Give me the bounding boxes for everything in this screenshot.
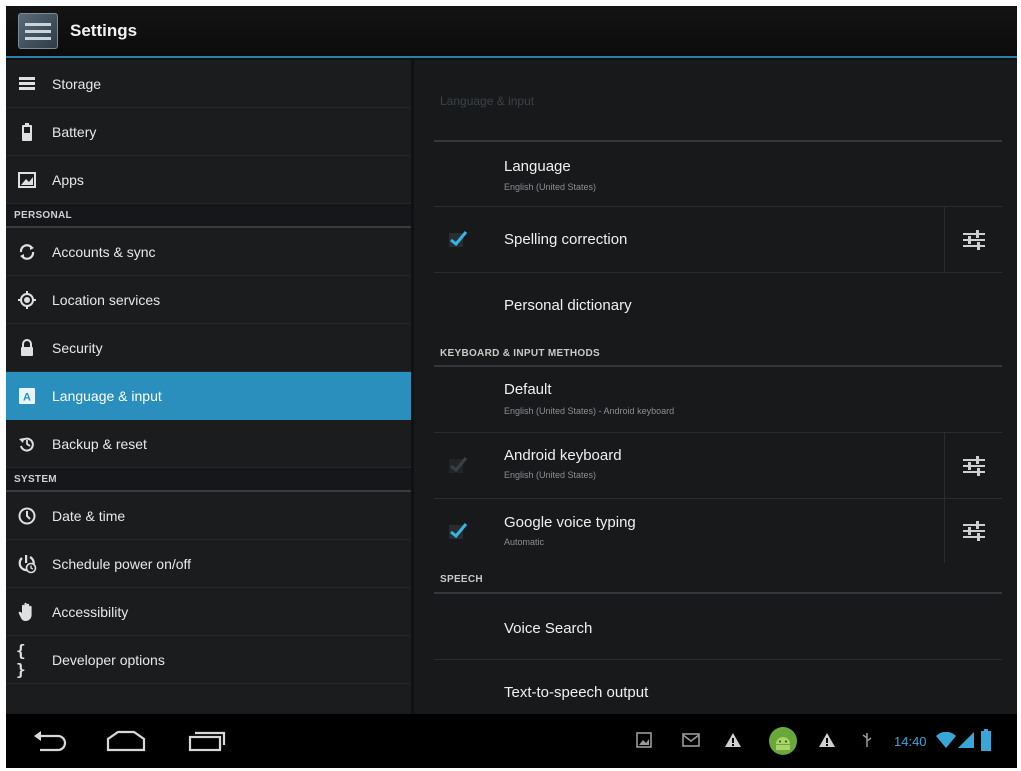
sidebar-item-location-services[interactable]: Location services (6, 276, 411, 324)
setting-spelling-correction[interactable]: Spelling correction (434, 207, 1002, 273)
sidebar-item-label: Language & input (52, 387, 162, 404)
language-icon: A (16, 385, 38, 407)
svg-text:A: A (23, 391, 31, 403)
android-notification-icon[interactable] (768, 726, 798, 756)
sidebar-item-label: Developer options (52, 651, 165, 668)
setting-title: Personal dictionary (504, 297, 632, 314)
sidebar-item-label: Accessibility (52, 603, 129, 620)
settings-sidebar: Storage Battery Apps PERSONAL Accounts &… (6, 60, 411, 714)
android-keyboard-settings-button[interactable] (944, 433, 1002, 498)
app-title: Settings (70, 21, 138, 40)
setting-title: Voice Search (504, 620, 593, 637)
tablet-screen: Settings Storage Battery Apps PERSONAL A… (6, 6, 1017, 768)
setting-android-keyboard[interactable]: Android keyboard English (United States) (434, 433, 1002, 499)
sidebar-item-accessibility[interactable]: Accessibility (6, 588, 411, 636)
sidebar-item-label: Date & time (52, 507, 126, 524)
battery-status-icon (980, 729, 992, 751)
sidebar-item-label: Accounts & sync (52, 243, 156, 260)
section-header-system: SYSTEM (6, 468, 411, 492)
back-icon (34, 731, 67, 752)
setting-title: Default (504, 381, 552, 398)
power-schedule-icon (16, 553, 38, 575)
sliders-icon (962, 229, 985, 250)
warning-notification-icon[interactable] (724, 732, 742, 748)
hand-icon (16, 601, 38, 623)
setting-default-keyboard[interactable]: Default English (United States) - Androi… (434, 367, 1002, 433)
setting-summary: English (United States) (504, 182, 597, 192)
sidebar-item-date-time[interactable]: Date & time (6, 492, 411, 540)
sidebar-item-accounts-sync[interactable]: Accounts & sync (6, 228, 411, 276)
usb-icon (862, 732, 872, 748)
setting-text-to-speech[interactable]: Text-to-speech output (434, 660, 1002, 714)
sidebar-item-backup-reset[interactable]: Backup & reset (6, 420, 411, 468)
section-speech: SPEECH (440, 574, 483, 585)
system-bar: 14:40 (6, 714, 1017, 768)
alert-notification-icon[interactable] (818, 732, 836, 748)
sidebar-item-label: Backup & reset (52, 435, 147, 452)
sidebar-item-security[interactable]: Security (6, 324, 411, 372)
sidebar-item-developer-options[interactable]: { } Developer options (6, 636, 411, 684)
setting-title: Text-to-speech output (504, 684, 649, 701)
braces-icon: { } (16, 640, 26, 679)
apps-icon (16, 169, 38, 191)
setting-language[interactable]: Language English (United States) (434, 141, 1002, 207)
action-bar: Settings (6, 6, 1017, 58)
setting-summary: Automatic (504, 537, 545, 547)
sidebar-item-language-input[interactable]: A Language & input (6, 372, 411, 420)
sidebar-item-label: Battery (52, 123, 97, 140)
sidebar-item-storage[interactable]: Storage (6, 60, 411, 108)
sliders-icon (962, 521, 985, 541)
section-keyboard-input-methods: KEYBOARD & INPUT METHODS (440, 348, 600, 359)
sidebar-item-label: Security (52, 339, 103, 356)
setting-title: Spelling correction (504, 231, 628, 248)
sidebar-item-label: Storage (52, 75, 102, 92)
setting-summary: English (United States) - Android keyboa… (504, 406, 675, 416)
clock-icon (16, 505, 38, 527)
lock-icon (16, 337, 38, 359)
settings-app-icon[interactable] (18, 13, 58, 49)
setting-personal-dictionary[interactable]: Personal dictionary (434, 273, 1002, 338)
storage-icon (16, 73, 38, 95)
sidebar-item-apps[interactable]: Apps (6, 156, 411, 204)
spelling-checkbox[interactable] (448, 229, 468, 249)
setting-voice-search[interactable]: Voice Search (434, 594, 1002, 660)
setting-google-voice-typing[interactable]: Google voice typing Automatic (434, 499, 1002, 563)
sidebar-item-label: Apps (52, 171, 84, 188)
spelling-settings-button[interactable] (944, 207, 1002, 272)
sidebar-item-label: Schedule power on/off (52, 555, 192, 572)
voice-typing-settings-button[interactable] (944, 499, 1002, 563)
home-button[interactable] (96, 724, 156, 758)
voice-typing-checkbox[interactable] (448, 521, 468, 541)
sidebar-item-label: Location services (52, 291, 161, 308)
battery-icon (16, 121, 38, 143)
back-button[interactable] (22, 724, 82, 758)
sidebar-item-schedule-power[interactable]: Schedule power on/off (6, 540, 411, 588)
android-keyboard-checkbox[interactable] (448, 455, 468, 475)
detail-pane: Language & input Language English (Unite… (414, 60, 1017, 714)
sync-icon (16, 241, 38, 263)
setting-title: Google voice typing (504, 514, 636, 531)
status-clock[interactable]: 14:40 (894, 734, 927, 749)
location-icon (16, 289, 38, 311)
section-header-personal: PERSONAL (6, 204, 411, 228)
setting-title: Language (504, 158, 571, 175)
home-icon (106, 730, 146, 752)
recent-apps-button[interactable] (176, 724, 236, 758)
setting-summary: English (United States) (504, 470, 597, 480)
signal-icon (958, 732, 974, 748)
sidebar-item-battery[interactable]: Battery (6, 108, 411, 156)
pane-title: Language & input (440, 94, 535, 108)
recent-apps-icon (188, 731, 226, 752)
backup-icon (16, 433, 38, 455)
gallery-notification-icon[interactable] (636, 732, 652, 748)
wifi-icon (936, 732, 956, 748)
sliders-icon (962, 455, 985, 476)
setting-title: Android keyboard (504, 447, 622, 464)
email-notification-icon[interactable] (682, 732, 700, 748)
